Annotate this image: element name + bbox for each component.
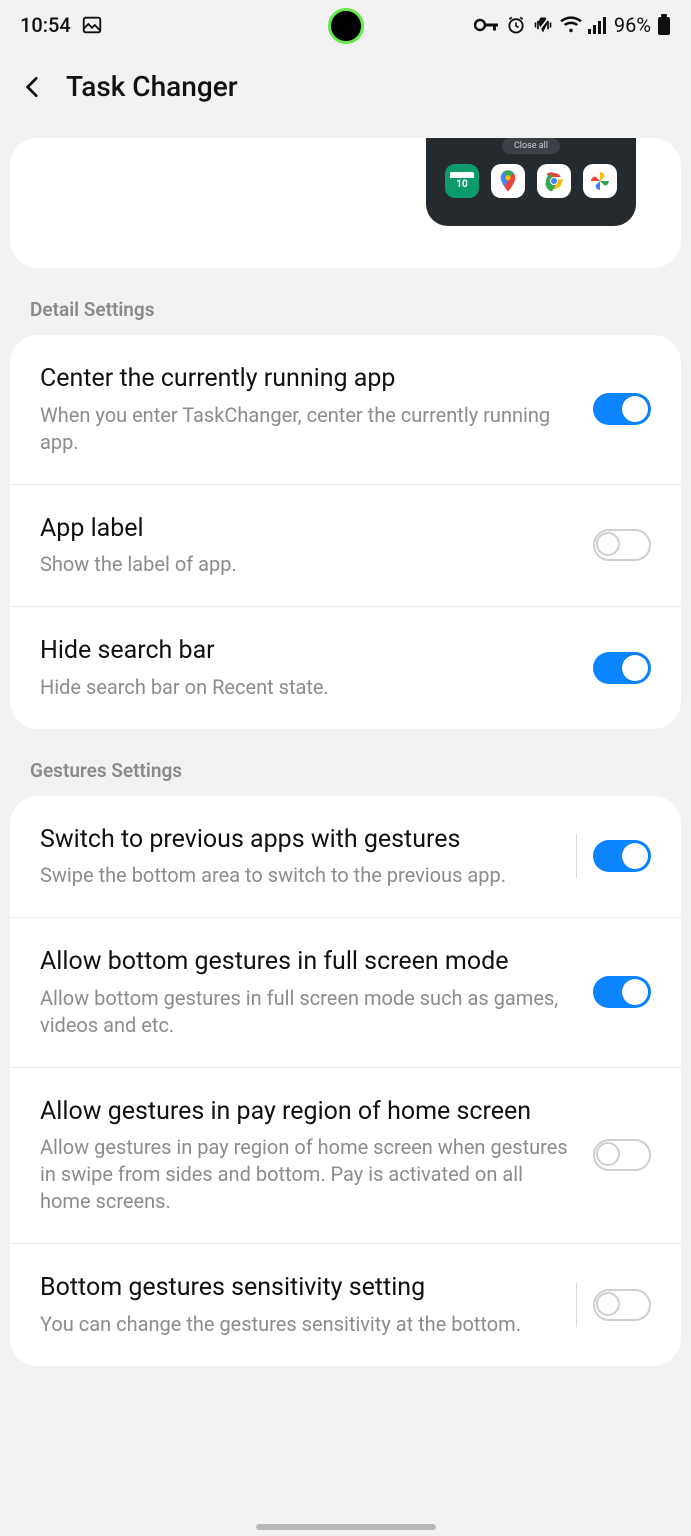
layout-preview-card[interactable]: Close all 10 — [10, 138, 681, 268]
row-desc: Swipe the bottom area to switch to the p… — [40, 862, 560, 889]
gestures-pay-region-toggle[interactable] — [593, 1139, 651, 1171]
gestures-settings-label: Gestures Settings — [0, 749, 691, 796]
bottom-sensitivity-toggle[interactable] — [593, 1289, 651, 1321]
row-title: Bottom gestures sensitivity setting — [40, 1272, 560, 1305]
battery-icon — [657, 14, 671, 36]
hide-search-bar-toggle[interactable] — [593, 652, 651, 684]
app-label-toggle[interactable] — [593, 529, 651, 561]
row-title: Center the currently running app — [40, 363, 577, 396]
bottom-gestures-fullscreen-toggle[interactable] — [593, 976, 651, 1008]
alarm-icon — [506, 15, 526, 35]
home-indicator[interactable] — [256, 1524, 436, 1530]
row-title: Allow bottom gestures in full screen mod… — [40, 946, 577, 979]
header: Task Changer — [0, 50, 691, 138]
phone-preview: Close all 10 — [426, 138, 636, 226]
picture-icon — [81, 14, 103, 36]
divider — [576, 1283, 577, 1327]
bottom-sensitivity-row[interactable]: Bottom gestures sensitivity setting You … — [10, 1243, 681, 1366]
status-time: 10:54 — [20, 13, 71, 37]
gestures-pay-region-row[interactable]: Allow gestures in pay region of home scr… — [10, 1067, 681, 1244]
app-label-row[interactable]: App label Show the label of app. — [10, 484, 681, 607]
switch-previous-apps-toggle[interactable] — [593, 840, 651, 872]
back-icon[interactable] — [20, 74, 46, 100]
row-title: Hide search bar — [40, 635, 577, 668]
close-all-pill: Close all — [502, 138, 560, 154]
bottom-gestures-fullscreen-row[interactable]: Allow bottom gestures in full screen mod… — [10, 917, 681, 1067]
signal-icon — [588, 16, 608, 34]
camera-hole — [328, 8, 364, 44]
row-title: Allow gestures in pay region of home scr… — [40, 1096, 577, 1129]
gestures-settings-card: Switch to previous apps with gestures Sw… — [10, 796, 681, 1366]
vpn-key-icon — [474, 16, 500, 34]
center-running-app-toggle[interactable] — [593, 393, 651, 425]
vibrate-icon — [532, 15, 554, 35]
detail-settings-card: Center the currently running app When yo… — [10, 335, 681, 729]
wifi-icon — [560, 16, 582, 34]
row-title: App label — [40, 513, 577, 546]
battery-percent: 96% — [614, 13, 651, 37]
center-running-app-row[interactable]: Center the currently running app When yo… — [10, 335, 681, 484]
row-desc: Show the label of app. — [40, 551, 577, 578]
status-bar: 10:54 96% — [0, 0, 691, 50]
photos-icon — [583, 164, 617, 198]
page-title: Task Changer — [66, 70, 238, 103]
hide-search-bar-row[interactable]: Hide search bar Hide search bar on Recen… — [10, 606, 681, 729]
row-desc: You can change the gestures sensitivity … — [40, 1311, 560, 1338]
calendar-icon: 10 — [445, 164, 479, 198]
detail-settings-label: Detail Settings — [0, 288, 691, 335]
row-desc: Allow gestures in pay region of home scr… — [40, 1134, 577, 1215]
row-desc: Allow bottom gestures in full screen mod… — [40, 985, 577, 1039]
switch-previous-apps-row[interactable]: Switch to previous apps with gestures Sw… — [10, 796, 681, 918]
row-desc: When you enter TaskChanger, center the c… — [40, 402, 577, 456]
row-title: Switch to previous apps with gestures — [40, 824, 560, 857]
maps-icon — [491, 164, 525, 198]
row-desc: Hide search bar on Recent state. — [40, 674, 577, 701]
chrome-icon — [537, 164, 571, 198]
divider — [576, 834, 577, 878]
